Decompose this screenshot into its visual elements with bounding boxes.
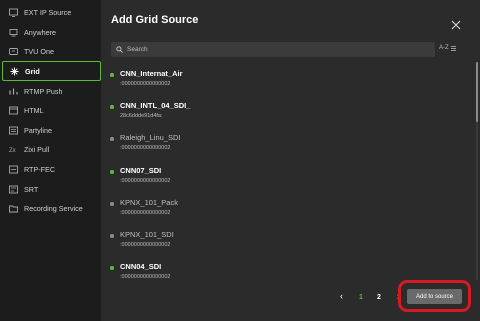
sidebar-item-label: RTP-FEC	[24, 165, 56, 175]
close-icon	[451, 20, 461, 30]
rtp-fec-icon	[9, 165, 18, 174]
status-dot	[110, 137, 114, 141]
zixi-icon: Zx	[9, 145, 18, 154]
source-name: KPNX_101_Pack	[120, 198, 178, 207]
scrollbar-thumb[interactable]	[476, 62, 478, 122]
sidebar-item-label: HTML	[24, 106, 44, 116]
source-id: :0000000000000002	[120, 274, 171, 280]
source-id: :0000000000000002	[120, 210, 171, 216]
page-1-button[interactable]: 1	[359, 294, 363, 301]
sidebar-item-label: Recording Service	[24, 204, 83, 214]
source-name: CNN04_SDI	[120, 262, 162, 271]
list-scrollbar[interactable]	[476, 62, 478, 280]
search-box[interactable]	[111, 42, 435, 57]
sidebar-item-recording-service[interactable]: Recording Service	[0, 199, 101, 219]
source-row[interactable]: KPNX_101_SDI :0000000000000002	[110, 225, 450, 255]
status-dot	[110, 170, 114, 174]
source-id: :0000000000000002	[120, 242, 171, 248]
source-row[interactable]: Raleigh_Linu_SDI :0000000000000002	[110, 128, 450, 158]
source-name: Raleigh_Linu_SDI	[120, 133, 181, 142]
source-id: 28c6ddde91d4fa:	[120, 113, 163, 119]
sidebar-item-label: RTMP Push	[24, 86, 63, 96]
search-icon	[116, 46, 123, 53]
source-row[interactable]: CNN_INTL_04_SDI_ 28c6ddde91d4fa:	[110, 96, 450, 126]
sidebar-item-label: Partyline	[24, 125, 52, 135]
close-button[interactable]	[450, 18, 462, 30]
sidebar-item-rtp-fec[interactable]: RTP-FEC	[0, 160, 101, 180]
svg-text:Zx: Zx	[9, 148, 16, 154]
anywhere-icon	[9, 28, 18, 37]
sidebar-item-label: Zixi Pull	[24, 145, 50, 155]
source-id: :0000000000000002	[120, 81, 171, 87]
srt-icon	[9, 185, 18, 194]
highlight-annotation	[398, 280, 471, 312]
sort-label: A-Z	[439, 45, 449, 51]
source-list: CNN_Internat_Air :0000000000000002 CNN_INT…	[110, 64, 470, 282]
source-id: :0000000000000002	[120, 178, 171, 184]
status-dot	[110, 234, 114, 238]
source-name: CNN_Internat_Air	[120, 69, 183, 78]
partyline-icon	[9, 126, 18, 135]
search-input[interactable]	[127, 46, 417, 53]
source-name: CNN_INTL_04_SDI_	[120, 101, 191, 110]
html-icon	[9, 106, 18, 115]
tvu-one-icon	[9, 47, 18, 56]
source-id: :0000000000000002	[120, 145, 171, 151]
sidebar-item-label: TVU One	[24, 47, 54, 57]
source-name: CNN07_SDI	[120, 166, 162, 175]
sidebar-item-anywhere[interactable]: Anywhere	[0, 23, 101, 43]
sidebar-item-html[interactable]: HTML	[0, 101, 101, 121]
prev-page-button[interactable]: ‹	[340, 291, 343, 301]
sidebar-item-label: SRT	[24, 184, 39, 194]
source-row[interactable]: KPNX_101_Pack :0000000000000002	[110, 193, 450, 223]
source-name: KPNX_101_SDI	[120, 230, 174, 239]
sidebar-item-grid[interactable]: Grid	[2, 61, 101, 81]
sidebar-item-zixi-pull[interactable]: Zx Zixi Pull	[0, 140, 101, 160]
rtmp-icon	[9, 87, 18, 96]
page-2-button[interactable]: 2	[377, 294, 381, 301]
sidebar-item-partyline[interactable]: Partyline	[0, 121, 101, 141]
add-grid-source-modal: Add Grid Source A-Z CNN_Internat_Air :000…	[101, 0, 480, 321]
sidebar-item-ext-ip-source[interactable]: EXT IP Source	[0, 3, 101, 23]
status-dot	[110, 202, 114, 206]
modal-title: Add Grid Source	[111, 14, 199, 26]
folder-icon	[9, 204, 18, 213]
sidebar-item-label: EXT IP Source	[24, 8, 72, 18]
source-row[interactable]: CNN_Internat_Air :0000000000000002	[110, 64, 450, 94]
sidebar-item-rtmp-push[interactable]: RTMP Push	[0, 81, 101, 101]
sidebar-item-label: Grid	[25, 66, 40, 76]
sort-icon	[450, 45, 456, 51]
source-row[interactable]: CNN07_SDI :0000000000000002	[110, 161, 450, 191]
source-type-sidebar: EXT IP Source Anywhere TVU One Grid RTMP Pus…	[0, 0, 101, 321]
sidebar-item-tvu-one[interactable]: TVU One	[0, 42, 101, 62]
status-dot	[110, 73, 114, 77]
ext-ip-icon	[9, 8, 18, 18]
status-dot	[110, 266, 114, 270]
sidebar-item-srt[interactable]: SRT	[0, 179, 101, 199]
status-dot	[110, 105, 114, 109]
sidebar-item-label: Anywhere	[24, 27, 56, 37]
grid-icon	[10, 67, 19, 76]
sort-button[interactable]: A-Z	[439, 45, 456, 51]
